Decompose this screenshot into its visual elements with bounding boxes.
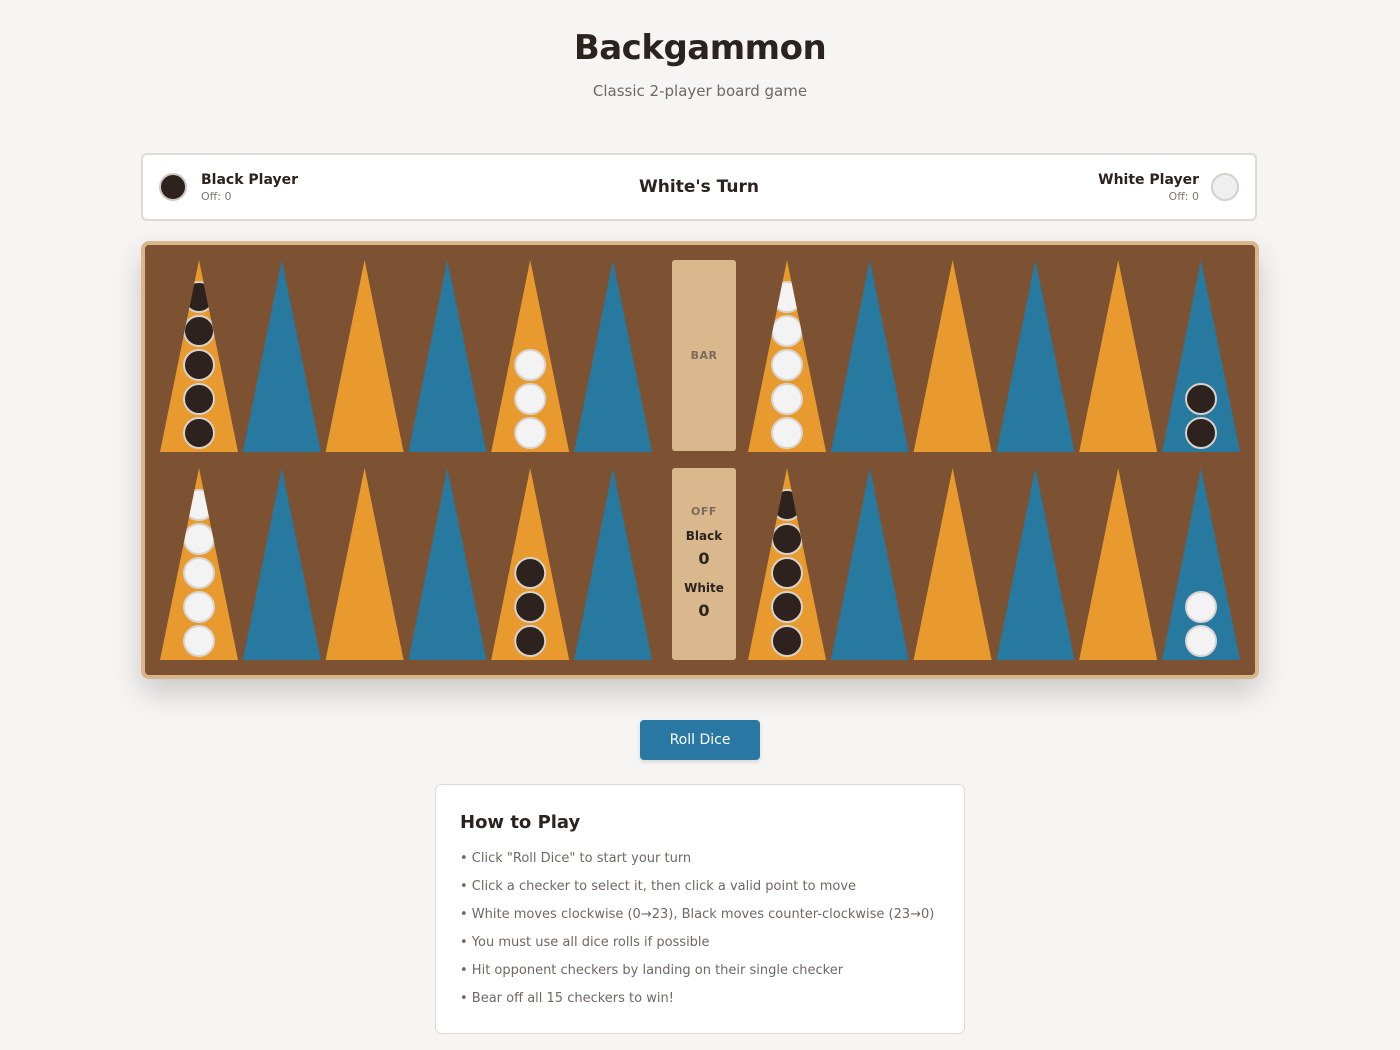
status-bar: Black Player Off: 0 White's Turn White P…	[141, 153, 1257, 221]
top-point-11[interactable]	[1079, 260, 1158, 452]
top-point-6[interactable]	[574, 260, 652, 452]
black-checker[interactable]	[1185, 383, 1217, 415]
white-checker[interactable]	[183, 489, 215, 521]
white-checker-icon	[1211, 173, 1239, 201]
off-black-count: 0	[698, 549, 710, 568]
black-checker[interactable]	[183, 315, 215, 347]
turn-indicator: White's Turn	[639, 177, 759, 197]
bar-label: BAR	[690, 349, 718, 362]
white-checker[interactable]	[183, 523, 215, 555]
bottom-point-4[interactable]	[408, 468, 487, 660]
list-item: • White moves clockwise (0→23), Black mo…	[460, 907, 935, 922]
how-to-play-panel: How to Play • Click "Roll Dice" to start…	[435, 784, 965, 1034]
bottom-point-10[interactable]	[996, 468, 1075, 660]
black-checker[interactable]	[771, 557, 803, 589]
white-checker[interactable]	[1185, 591, 1217, 623]
white-player-name: White Player	[1098, 171, 1199, 188]
list-item: • You must use all dice rolls if possibl…	[460, 935, 710, 950]
black-checker[interactable]	[771, 625, 803, 657]
white-checker[interactable]	[514, 417, 547, 449]
white-checker[interactable]	[514, 383, 547, 415]
white-checker[interactable]	[771, 417, 803, 449]
top-point-2[interactable]	[242, 260, 321, 452]
page-title: Backgammon	[573, 28, 827, 68]
bottom-point-11[interactable]	[1079, 468, 1158, 660]
white-checker[interactable]	[183, 591, 215, 623]
list-item: • Click "Roll Dice" to start your turn	[460, 851, 692, 866]
off-title: OFF	[691, 505, 717, 518]
white-checker[interactable]	[183, 625, 215, 657]
black-checker[interactable]	[183, 349, 215, 381]
black-checker[interactable]	[771, 591, 803, 623]
game-board: BAR OFF Black 0 White 0	[141, 241, 1259, 679]
top-point-8[interactable]	[830, 260, 909, 452]
black-checker[interactable]	[514, 591, 547, 623]
bottom-point-8[interactable]	[830, 468, 909, 660]
roll-dice-button[interactable]: Roll Dice	[640, 720, 760, 760]
black-checker[interactable]	[514, 557, 547, 589]
off-black-label: Black	[685, 529, 723, 543]
white-checker[interactable]	[771, 349, 803, 381]
white-checker[interactable]	[514, 349, 547, 381]
top-point-10[interactable]	[996, 260, 1075, 452]
bear-off-area[interactable]: OFF Black 0 White 0	[672, 468, 736, 660]
bottom-point-3[interactable]	[325, 468, 404, 660]
black-checker[interactable]	[771, 489, 803, 521]
black-checker[interactable]	[183, 417, 215, 449]
how-to-play-list: • Click "Roll Dice" to start your turn •…	[460, 849, 934, 1017]
list-item: • Click a checker to select it, then cli…	[460, 879, 857, 894]
list-item: • Hit opponent checkers by landing on th…	[460, 963, 844, 978]
top-point-3[interactable]	[325, 260, 404, 452]
black-checker[interactable]	[771, 523, 803, 555]
black-checker[interactable]	[183, 383, 215, 415]
off-white-count: 0	[698, 601, 710, 620]
top-point-4[interactable]	[408, 260, 487, 452]
white-checker[interactable]	[771, 315, 803, 347]
white-checker[interactable]	[183, 557, 215, 589]
black-checker[interactable]	[514, 625, 547, 657]
black-checker[interactable]	[183, 281, 215, 313]
bottom-point-9[interactable]	[913, 468, 992, 660]
bottom-point-2[interactable]	[242, 468, 321, 660]
white-checker[interactable]	[1185, 625, 1217, 657]
bottom-point-6[interactable]	[574, 468, 652, 660]
white-player-panel: White Player Off: 0	[1098, 155, 1239, 219]
top-point-9[interactable]	[913, 260, 992, 452]
list-item: • Bear off all 15 checkers to win!	[460, 991, 674, 1006]
how-to-play-title: How to Play	[460, 812, 581, 833]
white-checker[interactable]	[771, 383, 803, 415]
bar-area[interactable]: BAR	[672, 260, 736, 451]
white-player-off-count: Off: 0	[1168, 189, 1199, 203]
black-checker[interactable]	[1185, 417, 1217, 449]
off-white-label: White	[684, 581, 724, 595]
white-checker[interactable]	[771, 281, 803, 313]
page-subtitle: Classic 2-player board game	[592, 82, 808, 100]
